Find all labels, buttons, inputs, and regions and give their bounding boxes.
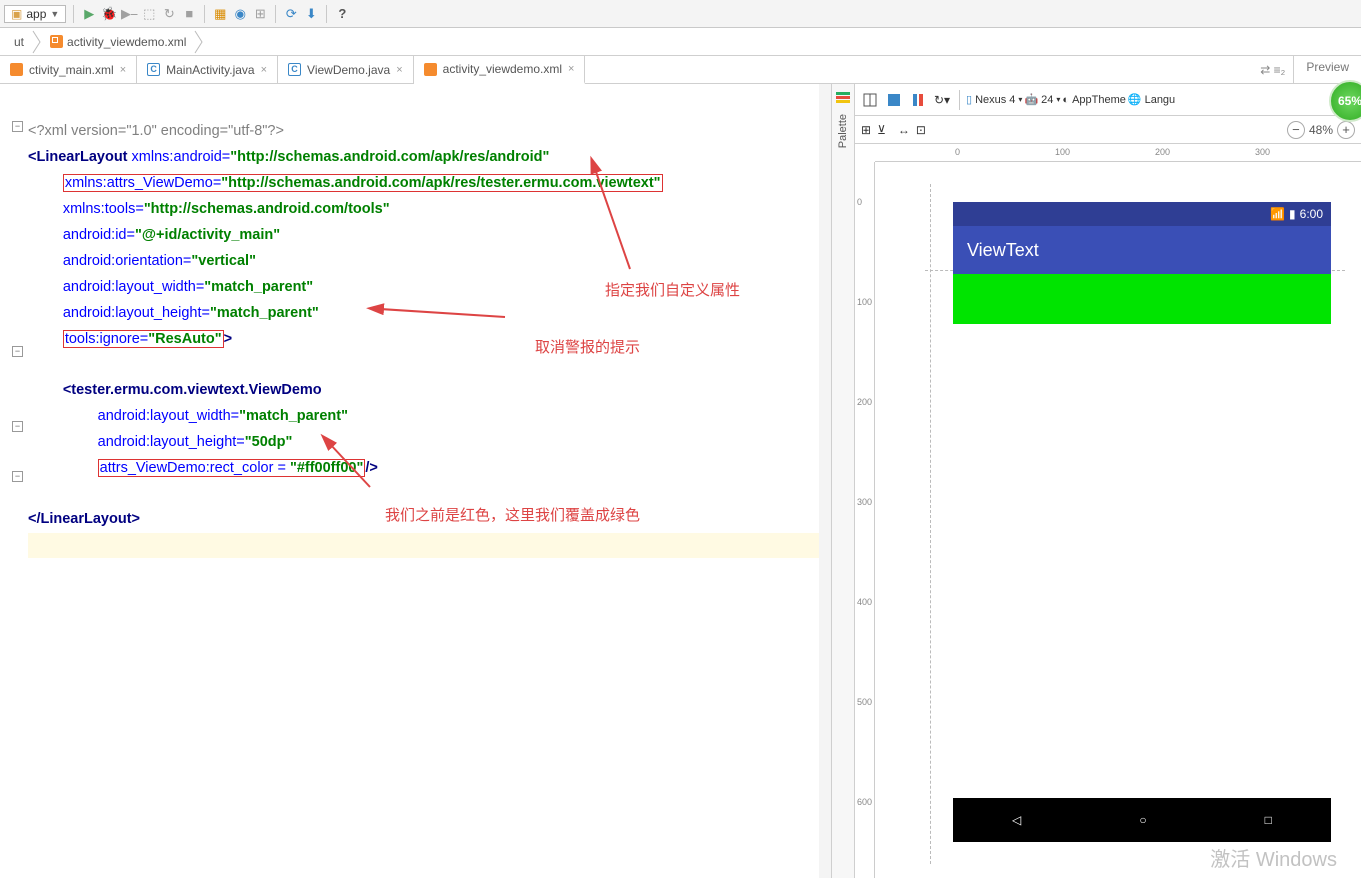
coverage-icon[interactable]: ⬚ [141,6,157,22]
xml-file-icon [50,35,63,48]
annotation-text: 我们之前是红色，这里我们覆盖成绿色 [385,504,640,525]
blueprint-icon[interactable] [883,89,905,111]
module-selector[interactable]: ▣ app ▼ [4,5,66,23]
layout-inspector-icon[interactable]: ⊞ [252,6,268,22]
fold-icon[interactable]: − [12,121,23,132]
code-editor[interactable]: − − − − <?xml version="1.0" encoding="ut… [0,84,832,878]
help-icon[interactable]: ? [334,6,350,22]
breadcrumb: ut activity_viewdemo.xml [0,28,1361,56]
breadcrumb-item[interactable]: ut [6,33,32,51]
editor-gutter: − − − − [0,84,28,878]
zoom-in-icon[interactable]: + [1337,121,1355,139]
tab-activity-main[interactable]: ctivity_main.xml × [0,56,137,83]
java-file-icon: C [288,63,301,76]
back-icon: ◁ [1012,813,1021,827]
battery-icon: ▮ [1289,207,1296,221]
vertical-ruler: 0 100 200 300 400 500 600 [855,162,875,878]
fold-icon[interactable]: − [12,471,23,482]
java-file-icon: C [147,63,160,76]
annotation-text: 指定我们自定义属性 [605,279,740,300]
fold-icon[interactable]: − [12,421,23,432]
tab-activity-viewdemo[interactable]: activity_viewdemo.xml × [414,56,586,84]
xml-file-icon [424,63,437,76]
tab-viewdemo-java[interactable]: C ViewDemo.java × [278,56,414,83]
tab-tools[interactable]: ⇄ ≡₂ [1260,56,1293,83]
design-canvas[interactable]: 0 100 200 300 0 100 200 300 400 500 600 [855,144,1361,878]
debug-icon[interactable]: 🐞 [101,6,117,22]
main-toolbar: ▣ app ▼ ▶ 🐞 ▶⎯ ⬚ ↻ ■ ▦ ◉ ⊞ ⟳ ⬇ ? [0,0,1361,28]
stop-icon[interactable]: ■ [181,6,197,22]
breadcrumb-separator [32,29,42,55]
device-selector[interactable]: ▯Nexus 4▾ [966,93,1022,106]
autoconnect-icon[interactable]: ↔ [898,123,910,137]
toolbar-separator [326,5,327,23]
attach-debugger-icon[interactable]: ▶⎯ [121,6,137,22]
download-icon[interactable]: ⬇ [303,6,319,22]
vertical-scrollbar[interactable] [819,84,831,878]
close-icon[interactable]: × [396,64,402,76]
api-selector[interactable]: 🤖24▾ [1024,93,1060,106]
viewdemo-green-rect [953,274,1331,324]
toolbar-separator [73,5,74,23]
magnet-icon[interactable]: ⊻ [877,123,886,137]
windows-activation-watermark: 激活 Windows [1210,843,1337,872]
language-selector[interactable]: 🌐Langu [1128,93,1175,106]
constraints-icon[interactable]: ⊡ [916,123,926,137]
module-label: app [26,7,46,21]
breadcrumb-separator [194,29,204,55]
annotation-text: 取消警报的提示 [535,336,640,357]
sync-icon[interactable]: ⟳ [283,6,299,22]
fold-icon[interactable]: − [12,346,23,357]
preview-panel-title[interactable]: Preview [1293,56,1361,83]
palette-strip[interactable]: Palette [832,84,855,878]
run-icon[interactable]: ▶ [81,6,97,22]
chevron-down-icon: ▼ [50,9,59,19]
toolbar-separator [275,5,276,23]
phone-app-title: ViewText [967,240,1039,261]
close-icon[interactable]: × [261,64,267,76]
design-surface-icon[interactable] [859,89,881,111]
palette-icon [835,88,851,104]
home-icon: ○ [1139,813,1146,827]
refresh-icon[interactable]: ↻▾ [931,89,953,111]
wifi-icon: 📶 [1270,207,1285,221]
sdk-manager-icon[interactable]: ◉ [232,6,248,22]
palette-label: Palette [837,114,849,148]
close-icon[interactable]: × [568,63,574,75]
zoom-value: 48% [1309,123,1333,137]
toolbar-separator [204,5,205,23]
horizontal-ruler: 0 100 200 300 [875,144,1361,162]
xml-file-icon [10,63,23,76]
phone-time: 6:00 [1300,207,1323,221]
code-content: <?xml version="1.0" encoding="utf-8"?> <… [28,84,831,558]
preview-pane: ↻▾ ▯Nexus 4▾ 🤖24▾ ◐AppTheme 🌐Langu ⊞ ⊻ ↔… [855,84,1361,878]
zoom-out-icon[interactable]: − [1287,121,1305,139]
preview-toolbar-2: ⊞ ⊻ ↔ ⊡ − 48% + [855,116,1361,144]
phone-status-bar: 📶 ▮ 6:00 [953,202,1331,226]
breadcrumb-item[interactable]: activity_viewdemo.xml [42,33,194,51]
recents-icon: □ [1265,813,1272,827]
device-preview: 📶 ▮ 6:00 ViewText ◁ ○ □ [953,202,1331,842]
phone-app-bar: ViewText [953,226,1331,274]
phone-nav-bar: ◁ ○ □ [953,798,1331,842]
preview-toolbar: ↻▾ ▯Nexus 4▾ 🤖24▾ ◐AppTheme 🌐Langu [855,84,1361,116]
view-options-icon[interactable]: ⊞ [861,123,871,137]
editor-tabs: ctivity_main.xml × C MainActivity.java ×… [0,56,1361,84]
close-icon[interactable]: × [120,64,126,76]
orientation-icon[interactable] [907,89,929,111]
avd-manager-icon[interactable]: ▦ [212,6,228,22]
tab-main-activity[interactable]: C MainActivity.java × [137,56,278,83]
profile-icon[interactable]: ↻ [161,6,177,22]
theme-selector[interactable]: ◐AppTheme [1062,94,1125,106]
